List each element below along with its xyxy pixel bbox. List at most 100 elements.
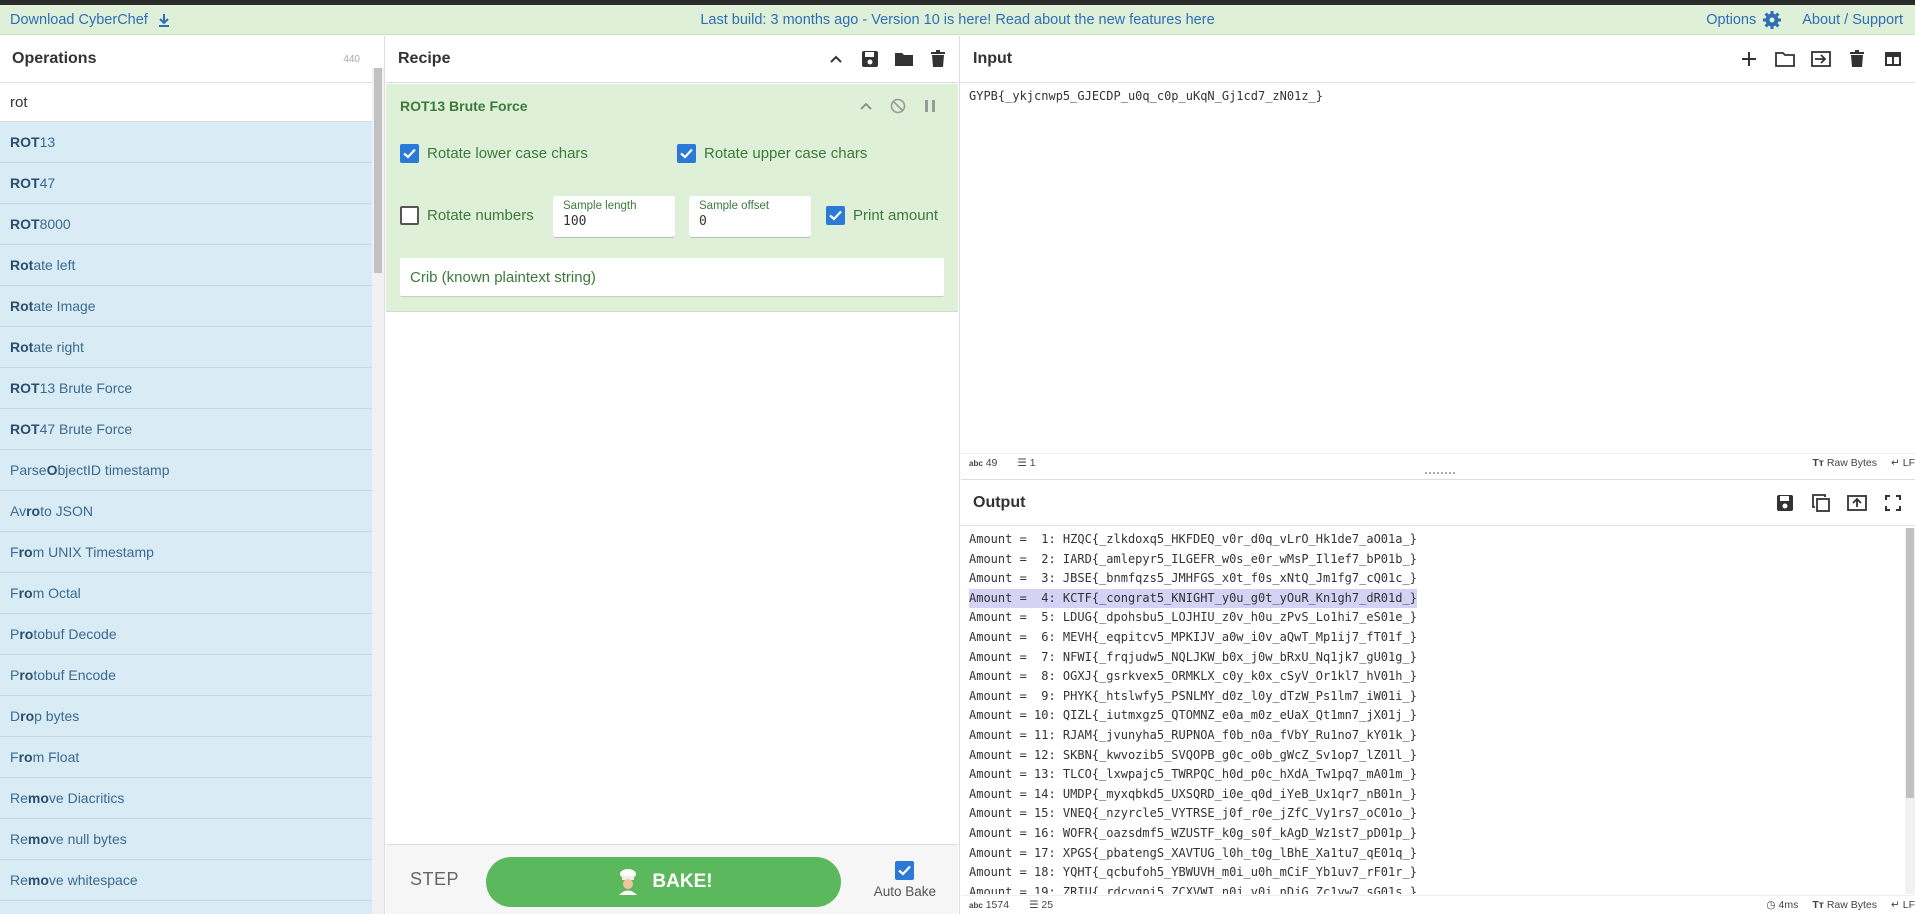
crib-input[interactable]: Crib (known plaintext string)	[400, 258, 944, 297]
replace-input-icon[interactable]	[1847, 493, 1867, 513]
operation-item-prefix: P	[10, 667, 20, 683]
operation-item-suffix: m UNIX Timestamp	[32, 544, 154, 560]
operation-item-prefix: F	[10, 585, 19, 601]
operation-item[interactable]: Re mo ve whitespace	[0, 860, 372, 901]
save-output-icon[interactable]	[1775, 493, 1795, 513]
open-folder-icon[interactable]	[1775, 49, 1795, 69]
reset-layout-icon[interactable]	[1883, 49, 1903, 69]
output-line: Amount = 4: KCTF{_congrat5_KNIGHT_y0u_g0…	[969, 588, 1417, 609]
rotate-numbers-checkbox[interactable]: Rotate numbers	[400, 206, 534, 225]
output-line: Amount = 5: LDUG{_dpohsbu5_LOJHIU_z0v_h0…	[969, 610, 1417, 625]
recipe-title: Recipe	[398, 50, 451, 67]
checkbox-checked-icon[interactable]	[677, 144, 696, 163]
output-line: Amount = 19: ZRIU{_rdcvgpi5_ZCXVWI_n0j_v…	[969, 884, 1417, 894]
output-line: Amount = 13: TLCO{_lxwpajc5_TWRPQC_h0d_p…	[969, 767, 1417, 782]
operation-item-suffix: ate left	[33, 257, 76, 273]
operation-item[interactable]: Re mo ve Diacritics	[0, 778, 372, 819]
operation-item[interactable]: ROT 47	[0, 163, 372, 204]
input-encoding[interactable]: Tт Raw Bytes	[1812, 457, 1877, 469]
sample-length-field[interactable]: Sample length 100	[553, 196, 675, 238]
operation-item-suffix: tobuf Decode	[33, 626, 117, 642]
breakpoint-icon[interactable]	[920, 96, 940, 116]
output-lines: ☰ 25	[1029, 899, 1054, 911]
operation-item[interactable]: Rot ate Image	[0, 286, 372, 327]
operation-item-match: ro	[18, 749, 33, 765]
operation-item[interactable]: Fro m Float	[0, 737, 372, 778]
output-length: abc 1574	[969, 899, 1010, 911]
output-line: Amount = 2: IARD{_amlepyr5_ILGEFR_w0s_e0…	[969, 551, 1417, 566]
download-label[interactable]: Download CyberChef	[10, 12, 148, 28]
checkbox-checked-icon[interactable]	[895, 861, 915, 880]
operation-item[interactable]: Dro p bytes	[0, 696, 372, 737]
step-button[interactable]: STEP	[410, 869, 459, 890]
output-scrollbar-thumb[interactable]	[1906, 528, 1914, 798]
operation-item[interactable]: Fro m Octal	[0, 573, 372, 614]
bake-label[interactable]: BAKE!	[652, 871, 712, 893]
operation-item[interactable]: Rot ate right	[0, 327, 372, 368]
checkbox-unchecked-icon[interactable]	[400, 206, 419, 225]
auto-bake-checkbox[interactable]: Auto Bake	[874, 861, 936, 899]
download-icon[interactable]	[154, 10, 174, 30]
options-button[interactable]: Options	[1706, 10, 1782, 30]
rotate-upper-label: Rotate upper case chars	[704, 145, 868, 162]
operation-item-match: Rot	[10, 339, 34, 355]
panel-divider[interactable]	[384, 36, 385, 914]
operation-item-suffix: to JSON	[40, 503, 93, 519]
copy-output-icon[interactable]	[1811, 493, 1831, 513]
operations-search-input[interactable]: rot	[0, 83, 372, 122]
collapse-op-icon[interactable]	[856, 96, 876, 116]
operation-item-suffix: m Octal	[32, 585, 81, 601]
checkbox-checked-icon[interactable]	[400, 144, 419, 163]
sample-offset-value[interactable]: 0	[699, 214, 801, 229]
build-info-link[interactable]: Last build: 3 months ago - Version 10 is…	[700, 12, 1214, 28]
about-support-link[interactable]: About / Support	[1802, 12, 1903, 28]
checkbox-checked-icon[interactable]	[826, 206, 845, 225]
output-encoding[interactable]: Tт Raw Bytes	[1812, 899, 1877, 911]
clear-input-icon[interactable]	[1847, 49, 1867, 69]
output-eol[interactable]: ↵ LF	[1891, 899, 1915, 911]
maximise-icon[interactable]	[1883, 493, 1903, 513]
operation-item[interactable]: ROT 8000	[0, 204, 372, 245]
save-recipe-icon[interactable]	[860, 49, 880, 69]
collapse-all-icon[interactable]	[826, 49, 846, 69]
operations-scrollbar-thumb[interactable]	[374, 68, 382, 273]
output-text[interactable]: Amount = 1: HZQC{_zlkdoxq5_HKFDEQ_v0r_d0…	[961, 528, 1905, 894]
input-textarea[interactable]: GYPB{_ykjcnwp5_GJECDP_u0q_c0p_uKqN_Gj1cd…	[961, 84, 1915, 453]
operation-item[interactable]: ROT 47 Brute Force	[0, 409, 372, 450]
operation-item-suffix: ve Diacritics	[48, 790, 125, 806]
output-line: Amount = 10: QIZL{_iutmxgz5_QTOMNZ_e0a_m…	[969, 708, 1417, 723]
sample-length-value[interactable]: 100	[563, 214, 665, 229]
clear-recipe-icon[interactable]	[928, 49, 948, 69]
download-link[interactable]: Download CyberChef	[10, 10, 174, 30]
panel-divider[interactable]	[959, 36, 960, 914]
operation-item-match: ro	[19, 667, 34, 683]
operation-item[interactable]: Pro tobuf Decode	[0, 614, 372, 655]
operation-item[interactable]: Pro tobuf Encode	[0, 655, 372, 696]
operation-item[interactable]: ROT 13	[0, 122, 372, 163]
operation-item[interactable]: Fro m UNIX Timestamp	[0, 532, 372, 573]
rotate-upper-checkbox[interactable]: Rotate upper case chars	[677, 144, 867, 163]
operation-item[interactable]: Av ro to JSON	[0, 491, 372, 532]
operation-item[interactable]: ROT 13 Brute Force	[0, 368, 372, 409]
operation-item[interactable]: Re mo ve null bytes	[0, 819, 372, 860]
resize-handle[interactable]	[1425, 472, 1455, 475]
add-tab-icon[interactable]	[1739, 49, 1759, 69]
output-scrollbar[interactable]	[1905, 528, 1915, 894]
gear-icon[interactable]	[1762, 10, 1782, 30]
operation-item[interactable]: Parse ObjectID timestamp	[0, 450, 372, 491]
rotate-lower-checkbox[interactable]: Rotate lower case chars	[400, 144, 588, 163]
chef-icon[interactable]	[614, 868, 642, 896]
disable-op-icon[interactable]	[888, 96, 908, 116]
options-label[interactable]: Options	[1706, 12, 1756, 28]
load-recipe-icon[interactable]	[894, 49, 914, 69]
sample-offset-field[interactable]: Sample offset 0	[689, 196, 811, 238]
open-file-icon[interactable]	[1811, 49, 1831, 69]
input-eol[interactable]: ↵ LF	[1891, 457, 1915, 469]
bake-button[interactable]: BAKE!	[486, 857, 841, 907]
operations-scrollbar[interactable]	[372, 68, 384, 914]
print-amount-checkbox[interactable]: Print amount	[826, 206, 938, 225]
operation-item[interactable]: Rot ate left	[0, 245, 372, 286]
input-header: Input	[961, 36, 1915, 83]
recipe-op-title[interactable]: ROT13 Brute Force	[400, 98, 528, 114]
rotate-lower-label: Rotate lower case chars	[427, 145, 588, 162]
